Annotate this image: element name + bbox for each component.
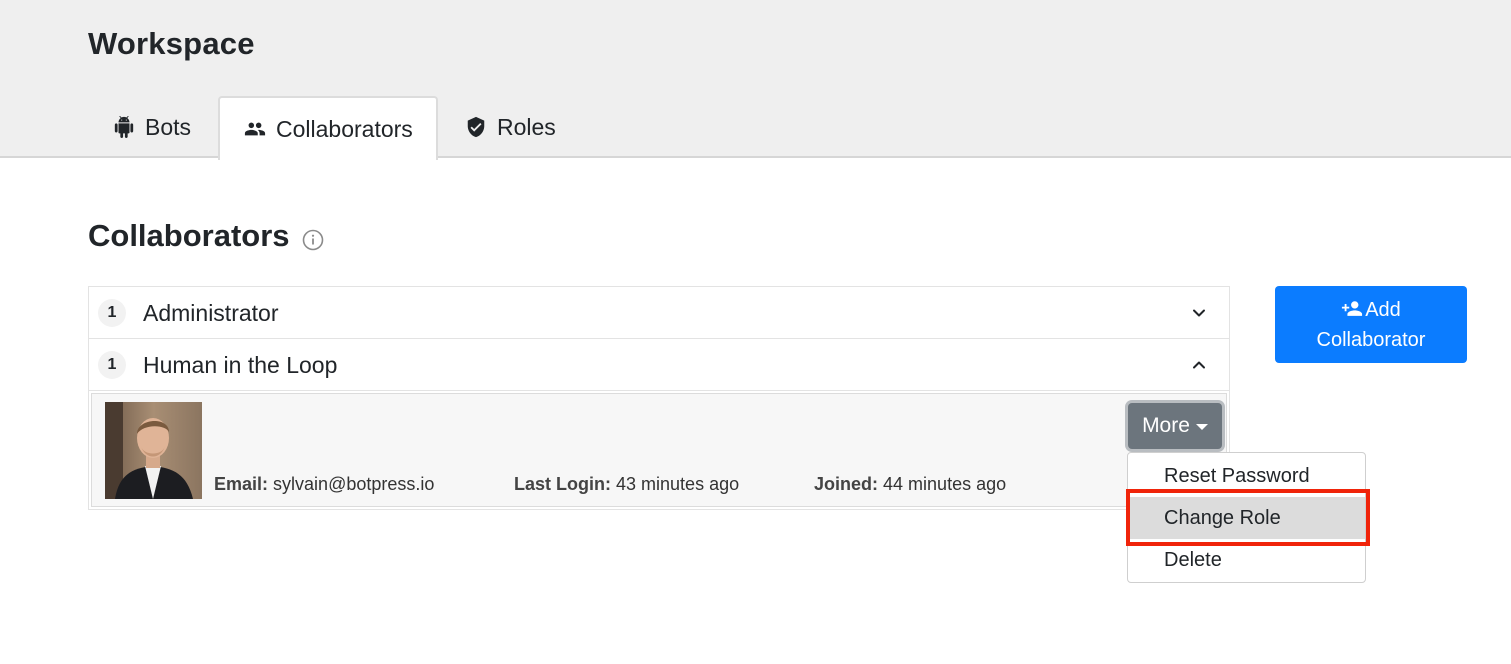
tab-roles-label: Roles xyxy=(497,113,556,140)
tab-roles[interactable]: Roles xyxy=(465,96,556,158)
joined-value: 44 minutes ago xyxy=(883,474,1007,494)
section-title: Collaborators xyxy=(88,218,290,253)
more-label: More xyxy=(1142,414,1190,437)
email-value: sylvain@botpress.io xyxy=(273,474,435,494)
add-collaborator-button[interactable]: Add Collaborator xyxy=(1275,286,1467,363)
roles-accordion: 1 Administrator 1 Human in the Loop Emai… xyxy=(88,286,1230,510)
shield-icon xyxy=(465,116,487,138)
add-button-label-line1: Add xyxy=(1365,299,1401,321)
page-title: Workspace xyxy=(88,26,255,61)
collaborator-card: Email: sylvain@botpress.io Last Login: 4… xyxy=(91,393,1227,507)
user-email: Email: sylvain@botpress.io xyxy=(214,474,434,495)
tab-bots[interactable]: Bots xyxy=(113,96,191,158)
joined-label: Joined: xyxy=(814,474,879,494)
workspace-header: Workspace Bots Collaborators Roles xyxy=(0,0,1511,160)
more-button[interactable]: More xyxy=(1128,403,1222,449)
chevron-down-icon[interactable] xyxy=(1189,303,1209,323)
email-label: Email: xyxy=(214,474,269,494)
add-button-label-line2: Collaborator xyxy=(1316,329,1426,351)
role-count-badge: 1 xyxy=(98,299,126,327)
last-login-value: 43 minutes ago xyxy=(616,474,740,494)
user-last-login: Last Login: 43 minutes ago xyxy=(514,474,739,495)
role-row-human-in-the-loop[interactable]: 1 Human in the Loop xyxy=(89,339,1229,391)
last-login-label: Last Login: xyxy=(514,474,611,494)
people-icon xyxy=(244,118,266,140)
user-joined: Joined: 44 minutes ago xyxy=(814,474,1006,495)
role-label: Administrator xyxy=(143,300,279,326)
chevron-up-icon[interactable] xyxy=(1189,355,1209,375)
info-icon[interactable] xyxy=(302,229,324,251)
role-row-administrator[interactable]: 1 Administrator xyxy=(89,287,1229,339)
role-label: Human in the Loop xyxy=(143,352,338,378)
android-icon xyxy=(113,116,135,138)
avatar xyxy=(105,402,202,499)
tab-bots-label: Bots xyxy=(145,113,192,140)
caret-down-icon xyxy=(1195,424,1208,430)
tab-collaborators-label: Collaborators xyxy=(276,115,413,142)
role-count-badge: 1 xyxy=(98,351,126,379)
tab-collaborators[interactable]: Collaborators xyxy=(218,96,438,160)
add-user-icon xyxy=(1341,296,1363,316)
highlight-annotation xyxy=(1126,489,1370,546)
